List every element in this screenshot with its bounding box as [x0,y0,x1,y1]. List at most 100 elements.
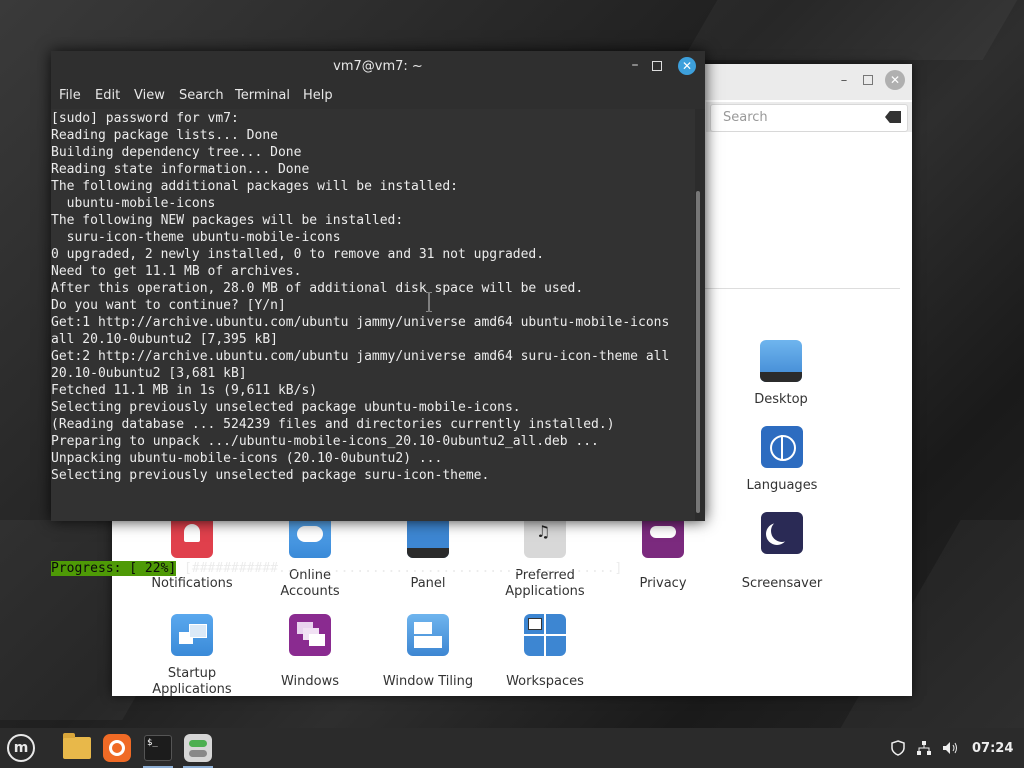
terminal-line: After this operation, 28.0 MB of additio… [51,281,584,296]
menu-edit[interactable]: Edit [95,88,120,103]
progress-bar: [###########............................… [176,561,623,576]
terminal-line: Get:2 http://archive.ubuntu.com/ubuntu j… [51,349,670,364]
clock[interactable]: 07:24 [972,741,1013,756]
bell-icon [171,516,213,558]
wallpaper-shape [682,0,1018,60]
music-note-icon: ♫ [524,516,566,558]
terminal-line: (Reading database ... 524239 files and d… [51,417,615,432]
settings-item-label: Privacy [639,576,687,591]
menu-button[interactable]: m [2,728,40,768]
terminal-line: Reading package lists... Done [51,128,278,143]
terminal-line: Reading state information... Done [51,162,310,177]
settings-item-label: Startup Applications [152,666,232,697]
settings-item-online-accounts[interactable]: Online Accounts [251,516,369,600]
settings-item-desktop[interactable]: Desktop [722,340,840,408]
terminal-line: Fetched 11.1 MB in 1s (9,611 kB/s) [51,383,318,398]
windows-icon [289,614,331,656]
settings-item-startup-applications[interactable]: Startup Applications [133,614,251,698]
settings-item-label: Panel [410,576,446,591]
settings-item-notifications[interactable]: Notifications [133,516,251,592]
settings-item-label: Desktop [754,392,808,407]
menu-terminal[interactable]: Terminal [235,88,290,103]
terminal-line: Building dependency tree... Done [51,145,302,160]
terminal-line: Need to get 11.1 MB of archives. [51,264,302,279]
terminal-line: Selecting previously unselected package … [51,400,521,415]
terminal-line: 20.10-0ubuntu2 [3,681 kB] [51,366,247,381]
settings-item-label: Notifications [151,576,233,591]
terminal-menubar: File Edit View Search Terminal Help [51,81,705,109]
terminal-scrollbar[interactable] [696,191,700,513]
progress-line: Progress: [ 22%] [###########...........… [51,560,622,577]
system-tray: 07:24 [890,728,1024,768]
section-divider [702,288,900,289]
terminal-line: Preparing to unpack .../ubuntu-mobile-ic… [51,434,599,449]
terminal-window: vm7@vm7: ~ – ✕ File Edit View Search Ter… [51,51,705,576]
terminal-line: Get:1 http://archive.ubuntu.com/ubuntu j… [51,315,670,330]
desktop-icon [760,340,802,382]
menu-search[interactable]: Search [179,88,224,103]
settings-item-label: Languages [746,478,818,493]
settings-item-windows[interactable]: Windows [251,614,369,690]
mint-logo-icon: m [7,734,35,762]
search-placeholder: Search [723,110,768,125]
menu-view[interactable]: View [134,88,165,103]
search-bar: Search [706,102,912,132]
taskbar-terminal[interactable]: $_ [139,728,177,768]
terminal-title: vm7@vm7: ~ [333,59,423,74]
close-button[interactable]: ✕ [885,70,905,90]
panel-icon [407,516,449,558]
settings-item-label: Screensaver [741,576,823,591]
terminal-line: The following NEW packages will be insta… [51,213,404,228]
startup-icon [171,614,213,656]
shield-icon[interactable] [890,740,906,756]
progress-label: Progress: [ 22%] [51,561,177,576]
minimize-button[interactable]: – [626,57,644,75]
settings-toggle-icon [184,734,212,762]
window-tiling-icon [407,614,449,656]
terminal-line: Unpacking ubuntu-mobile-icons (20.10-0ub… [51,451,443,466]
terminal-line: The following additional packages will b… [51,179,458,194]
network-icon[interactable] [916,740,932,756]
settings-item-preferred-applications[interactable]: ♫ Preferred Applications [486,516,604,600]
cloud-icon [289,516,331,558]
terminal-line: all 20.10-0ubuntu2 [7,395 kB] [51,332,278,347]
terminal-output: [sudo] password for vm7: Reading package… [51,110,669,484]
menu-file[interactable]: File [59,88,81,103]
terminal-titlebar[interactable]: vm7@vm7: ~ – ✕ [51,51,705,81]
globe-icon [761,426,803,468]
minimize-button[interactable]: – [834,70,854,90]
taskbar-files[interactable] [58,728,96,768]
moon-icon [761,512,803,554]
maximize-button[interactable] [858,70,878,90]
settings-item-label: Workspaces [506,674,584,689]
taskbar-settings[interactable] [179,728,217,768]
settings-item-label: Windows [280,674,340,689]
taskbar: m $_ 07:24 [0,728,1024,768]
terminal-line: Do you want to continue? [Y/n] [51,298,286,313]
clear-search-icon[interactable] [885,111,901,123]
mask-icon [642,516,684,558]
terminal-icon: $_ [144,735,172,761]
text-cursor-icon [426,292,432,312]
settings-item-privacy[interactable]: Privacy [604,516,722,592]
search-input[interactable]: Search [710,104,908,132]
terminal-line: suru-icon-theme ubuntu-mobile-icons [66,230,341,245]
settings-item-screensaver[interactable]: Screensaver [723,512,841,592]
settings-item-languages[interactable]: Languages [723,426,841,494]
terminal-line: 0 upgraded, 2 newly installed, 0 to remo… [51,247,545,262]
taskbar-firefox[interactable] [98,728,136,768]
settings-item-workspaces[interactable]: Workspaces [486,614,604,690]
terminal-line: [sudo] password for vm7: [51,111,239,126]
maximize-button[interactable] [652,61,662,71]
terminal-line: Selecting previously unselected package … [51,468,490,483]
settings-item-window-tiling[interactable]: Window Tiling [369,614,487,690]
menu-help[interactable]: Help [303,88,333,103]
terminal-output-area[interactable]: [sudo] password for vm7: Reading package… [51,109,695,576]
settings-item-panel[interactable]: Panel [369,516,487,592]
volume-icon[interactable] [942,740,960,756]
firefox-icon [103,734,131,762]
workspaces-icon [524,614,566,656]
close-button[interactable]: ✕ [678,57,696,75]
folder-icon [63,733,91,759]
terminal-line: ubuntu-mobile-icons [66,196,216,211]
